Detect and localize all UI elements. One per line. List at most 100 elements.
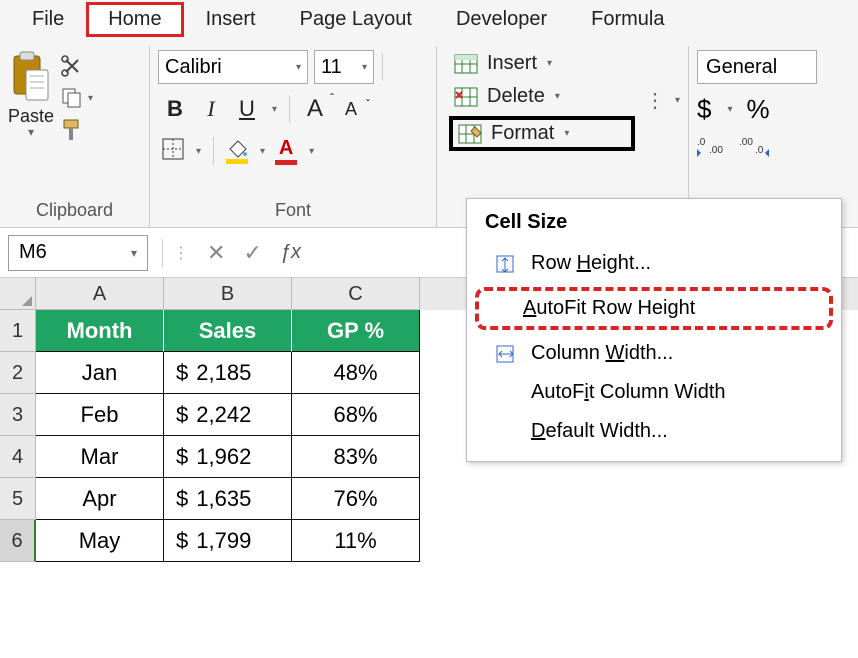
menu-item-autofit-column-width[interactable]: AutoFit Column Width [467,373,841,412]
increase-decimal-icon: .0.00 [697,135,727,159]
copy-button[interactable]: ▾ [60,86,93,110]
cancel-formula-button[interactable]: ✕ [207,240,225,266]
more-options-button[interactable]: ⋮ [635,88,673,113]
cell-gp[interactable]: 11% [292,520,420,562]
font-name-select[interactable]: Calibri ▾ [158,50,308,84]
currency-symbol: $ [176,444,188,470]
cell-month[interactable]: Apr [36,478,164,520]
cells-delete-button[interactable]: Delete ▾ [449,83,635,110]
separator [213,137,214,165]
percent-button[interactable]: % [747,94,770,125]
cell-sales[interactable]: $1,635 [164,478,292,520]
font-size-select[interactable]: 11 ▾ [314,50,374,84]
cell-value: 1,799 [196,528,251,554]
cell-gp[interactable]: 83% [292,436,420,478]
menu-page-layout[interactable]: Page Layout [278,2,434,37]
menu-item-label: Column Width... [531,342,673,365]
chevron-down-icon: ▾ [88,93,93,104]
row-header[interactable]: 1 [0,310,36,352]
cells-delete-label: Delete [487,85,545,108]
fill-color-button[interactable] [226,139,248,164]
format-painter-button[interactable] [60,118,93,142]
cell-sales[interactable]: $2,242 [164,394,292,436]
decrease-font-button[interactable]: A [338,99,364,120]
svg-text:.0: .0 [697,137,706,148]
header-cell-gp[interactable]: GP % [292,310,420,352]
borders-button[interactable] [162,138,184,165]
cell-month[interactable]: May [36,520,164,562]
cell-month[interactable]: Mar [36,436,164,478]
cells-format-button[interactable]: Format ▾ [449,116,635,151]
underline-button[interactable]: U [234,96,260,122]
header-cell-sales[interactable]: Sales [164,310,292,352]
currency-symbol: $ [176,402,188,428]
menu-item-column-width[interactable]: Column Width... [467,334,841,373]
menu-home[interactable]: Home [86,2,183,37]
ribbon-group-font: Calibri ▾ 11 ▾ B I U ▾ A A [150,46,437,227]
fx-button[interactable]: ƒx [280,241,301,264]
decrease-decimal-icon: .00.0 [739,135,769,159]
row-header[interactable]: 6 [0,520,36,562]
row-header[interactable]: 4 [0,436,36,478]
increase-decimal-button[interactable]: .0.00 [697,135,727,164]
cut-button[interactable] [60,54,93,78]
cell-gp[interactable]: 48% [292,352,420,394]
row-header[interactable]: 3 [0,394,36,436]
bold-button[interactable]: B [162,96,188,122]
format-dropdown-menu: Cell Size Row Height... AutoFit Row Heig… [466,198,842,462]
menu-item-default-width[interactable]: Default Width... [467,412,841,451]
row-height-icon [493,253,517,275]
delete-cells-icon [453,86,479,108]
number-format-select[interactable]: General [697,50,817,84]
paste-label: Paste [8,106,54,127]
fbar-dots: ⋮ [173,243,189,263]
cell-gp[interactable]: 68% [292,394,420,436]
currency-button[interactable]: $ [697,94,711,125]
name-box[interactable]: M6 ▾ [8,235,148,271]
header-cell-month[interactable]: Month [36,310,164,352]
font-color-button[interactable]: A [275,137,297,165]
borders-icon [162,138,184,160]
cell-value: 1,962 [196,444,251,470]
col-header-c[interactable]: C [292,278,420,310]
italic-button[interactable]: I [198,96,224,122]
row-header[interactable]: 2 [0,352,36,394]
cell-sales[interactable]: $1,799 [164,520,292,562]
number-format-value: General [706,56,777,79]
chevron-down-icon: ▾ [296,62,301,73]
select-all-corner[interactable] [0,278,36,310]
cell-sales[interactable]: $2,185 [164,352,292,394]
col-header-b[interactable]: B [164,278,292,310]
separator [382,53,383,81]
menu-item-autofit-row-height[interactable]: AutoFit Row Height [475,287,833,330]
menu-file[interactable]: File [10,2,86,37]
menu-formula[interactable]: Formula [569,2,686,37]
name-box-value: M6 [19,241,47,264]
menu-item-label: Row Height... [531,252,651,275]
menu-developer[interactable]: Developer [434,2,569,37]
chevron-down-icon: ▾ [555,91,560,102]
cell-gp[interactable]: 76% [292,478,420,520]
cell-month[interactable]: Feb [36,394,164,436]
column-width-icon [493,343,517,365]
currency-symbol: $ [176,360,188,386]
chevron-down-icon: ▾ [260,146,265,157]
cell-month[interactable]: Jan [36,352,164,394]
menu-insert[interactable]: Insert [184,2,278,37]
svg-text:.0: .0 [755,145,764,156]
cells-insert-button[interactable]: Insert ▾ [449,50,635,77]
row-header[interactable]: 5 [0,478,36,520]
chevron-down-icon: ▾ [272,104,277,115]
cell-value: 2,242 [196,402,251,428]
format-cells-icon [457,123,483,145]
decrease-decimal-button[interactable]: .00.0 [739,135,769,164]
increase-font-button[interactable]: A [302,95,328,123]
col-header-a[interactable]: A [36,278,164,310]
paste-button[interactable]: Paste ▾ [8,50,54,139]
cell-sales[interactable]: $1,962 [164,436,292,478]
cells-format-label: Format [491,122,554,145]
enter-formula-button[interactable]: ✓ [243,240,261,266]
copy-icon [60,86,84,110]
chevron-down-icon: ▾ [547,58,552,69]
menu-item-row-height[interactable]: Row Height... [467,244,841,283]
